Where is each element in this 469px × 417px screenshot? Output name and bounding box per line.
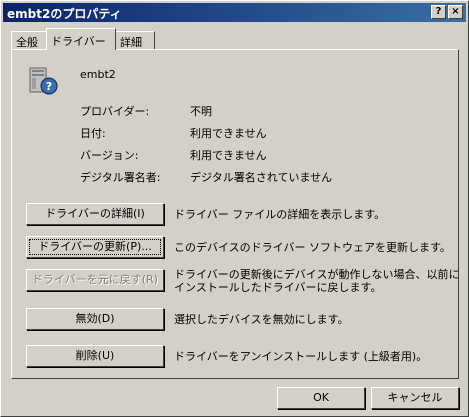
- disable-button[interactable]: 無効(D): [26, 308, 164, 330]
- tab-driver[interactable]: ドライバー: [46, 28, 116, 50]
- driver-details-button[interactable]: ドライバーの詳細(I): [26, 203, 164, 225]
- ok-button[interactable]: OK: [277, 387, 365, 409]
- uninstall-desc: ドライバーをアンインストールします (上級者用)。: [174, 350, 428, 363]
- rollback-driver-desc-line1: ドライバーの更新後にデバイスが動作しない場合、以前に: [174, 268, 460, 281]
- window-title: embt2のプロパティ: [7, 7, 122, 21]
- title-bar[interactable]: embt2のプロパティ ? ×: [3, 3, 466, 22]
- close-button[interactable]: ×: [448, 5, 463, 19]
- help-button[interactable]: ?: [431, 5, 446, 19]
- rollback-driver-desc-line2: インストールしたドライバーに戻します。: [174, 281, 382, 294]
- date-label: 日付:: [80, 127, 106, 140]
- driver-details-desc: ドライバー ファイルの詳細を表示します。: [174, 208, 386, 221]
- version-label: バージョン:: [80, 149, 139, 162]
- tab-general[interactable]: 全般: [11, 31, 47, 49]
- driver-tab-panel: ? embt2 プロバイダー: 不明 日付: 利用できません バージョン: 利用…: [11, 49, 459, 379]
- version-value: 利用できません: [190, 149, 267, 162]
- update-driver-button[interactable]: ドライバーの更新(P)...: [26, 236, 164, 258]
- disable-desc: 選択したデバイスを無効にします。: [174, 313, 349, 326]
- signer-label: デジタル署名者:: [80, 171, 161, 184]
- tab-details[interactable]: 詳細: [115, 31, 155, 49]
- cancel-button[interactable]: キャンセル: [371, 387, 459, 409]
- provider-value: 不明: [190, 105, 212, 118]
- uninstall-button[interactable]: 削除(U): [26, 345, 164, 367]
- properties-dialog: embt2のプロパティ ? × 全般 ドライバー 詳細 ? embt2 プロバイ…: [0, 0, 469, 417]
- provider-label: プロバイダー:: [80, 105, 150, 118]
- rollback-driver-button[interactable]: ドライバーを元に戻す(R): [26, 269, 164, 291]
- device-name: embt2: [80, 68, 116, 81]
- date-value: 利用できません: [190, 127, 267, 140]
- svg-text:?: ?: [46, 80, 52, 93]
- signer-value: デジタル署名されていません: [190, 171, 333, 184]
- unknown-device-icon: ?: [29, 67, 58, 95]
- update-driver-desc: このデバイスのドライバー ソフトウェアを更新します。: [174, 241, 451, 254]
